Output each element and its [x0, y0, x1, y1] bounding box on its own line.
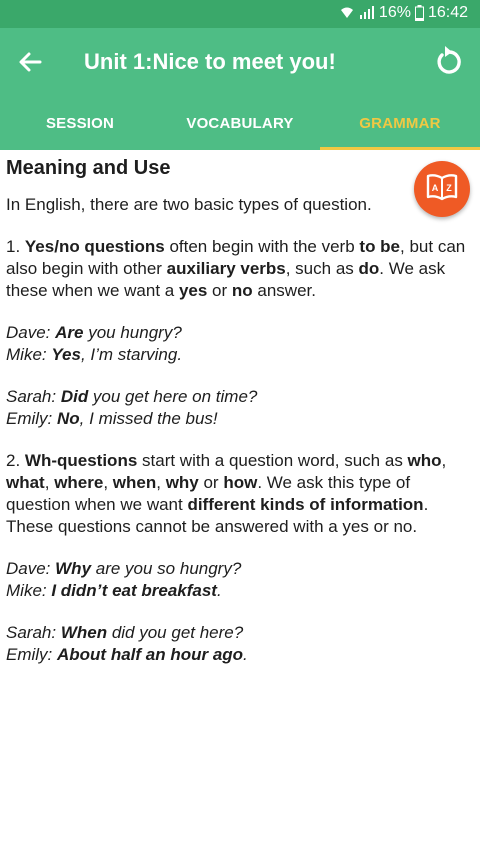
text: did you get here? [107, 623, 244, 642]
bold-text: when [112, 473, 157, 492]
speaker: Mike: [6, 345, 52, 364]
text: , I missed the bus! [79, 409, 218, 428]
battery-icon [414, 5, 424, 21]
page-title: Unit 1:Nice to meet you! [84, 49, 336, 74]
wh-questions-paragraph: 2. Wh-questions start with a question wo… [6, 450, 474, 538]
text: . [243, 645, 248, 664]
example-dialog: Sarah: Did you get here on time? Emily: … [6, 386, 474, 430]
bold-text: I didn’t eat breakfast [51, 581, 217, 600]
status-icons: 16% 16:42 [339, 4, 468, 22]
text: answer. [252, 281, 316, 300]
dialog-line: Sarah: Did you get here on time? [6, 386, 474, 408]
fab-letter-a: A [432, 183, 439, 193]
reset-icon[interactable] [432, 44, 466, 78]
battery-percent: 16% [378, 4, 411, 21]
dialog-line: Dave: Are you hungry? [6, 322, 474, 344]
text: , [103, 473, 113, 492]
speaker: Dave: [6, 323, 56, 342]
example-dialog: Dave: Why are you so hungry? Mike: I did… [6, 558, 474, 602]
dialog-line: Mike: Yes, I’m starving. [6, 344, 474, 366]
text: 2. [6, 451, 25, 470]
bold-text: Why [55, 559, 92, 578]
dictionary-button[interactable]: A Z [414, 161, 470, 217]
tab-bar: SESSION VOCABULARY GRAMMAR [0, 96, 480, 150]
signal-icon [359, 5, 375, 21]
bold-text: no [231, 281, 253, 300]
text: start with a question word, such as [137, 451, 408, 470]
yes-no-paragraph: 1. Yes/no questions often begin with the… [6, 236, 474, 302]
bold-text: Are [55, 323, 84, 342]
bold-text: Did [60, 387, 89, 406]
dialog-line: Emily: No, I missed the bus! [6, 408, 474, 430]
bold-text: why [165, 473, 199, 492]
tab-grammar[interactable]: GRAMMAR [320, 96, 480, 150]
text: . [216, 581, 222, 600]
bold-text: auxiliary verbs [166, 259, 286, 278]
text: often begin with the verb [164, 237, 360, 256]
dictionary-book-icon: A Z [425, 172, 459, 207]
bold-text: to be [359, 237, 401, 256]
text: , I’m starving. [80, 345, 183, 364]
grammar-content: Meaning and Use In English, there are tw… [6, 150, 474, 686]
fab-letter-z: Z [446, 183, 452, 193]
bold-text: About half an hour ago [57, 645, 244, 664]
bold-text: When [60, 623, 108, 642]
text: or [198, 473, 224, 492]
example-dialog: Sarah: When did you get here? Emily: Abo… [6, 622, 474, 666]
wifi-icon [339, 5, 355, 21]
example-dialog: Dave: Are you hungry? Mike: Yes, I’m sta… [6, 322, 474, 366]
text: , such as [285, 259, 359, 278]
intro-text: In English, there are two basic types of… [6, 195, 372, 214]
dialog-line: Dave: Why are you so hungry? [6, 558, 474, 580]
dialog-line: Emily: About half an hour ago. [6, 644, 474, 666]
bold-text: how [223, 473, 258, 492]
speaker: Sarah: [6, 387, 61, 406]
bold-text: yes [178, 281, 208, 300]
text: , [441, 451, 447, 470]
bold-text: Yes/no questions [24, 237, 165, 256]
app-bar: Unit 1:Nice to meet you! [0, 28, 480, 96]
speaker: Emily: [6, 409, 57, 428]
bold-text: No [57, 409, 80, 428]
speaker: Emily: [6, 645, 57, 664]
speaker: Sarah: [6, 623, 61, 642]
tab-session[interactable]: SESSION [0, 96, 160, 150]
tab-vocabulary[interactable]: VOCABULARY [160, 96, 320, 150]
dialog-line: Mike: I didn’t eat breakfast. [6, 580, 474, 602]
text: are you so hungry? [91, 559, 242, 578]
bold-text: where [54, 473, 104, 492]
text: , [44, 473, 55, 492]
speaker: Mike: [6, 581, 52, 600]
text: or [207, 281, 232, 300]
text: 1. [6, 237, 25, 256]
clock: 16:42 [427, 4, 468, 21]
section-heading: Meaning and Use [6, 157, 171, 179]
bold-text: who [407, 451, 442, 470]
text: you get here on time? [88, 387, 258, 406]
dialog-line: Sarah: When did you get here? [6, 622, 474, 644]
status-bar: 16% 16:42 [0, 0, 480, 28]
bold-text: different kinds of information [187, 495, 424, 514]
back-arrow-icon[interactable] [14, 46, 46, 78]
text: , [156, 473, 166, 492]
speaker: Dave: [6, 559, 56, 578]
bold-text: what [6, 473, 45, 492]
bold-text: Wh-questions [24, 451, 138, 470]
bold-text: do [358, 259, 380, 278]
bold-text: Yes [51, 345, 81, 364]
text: you hungry? [83, 323, 182, 342]
